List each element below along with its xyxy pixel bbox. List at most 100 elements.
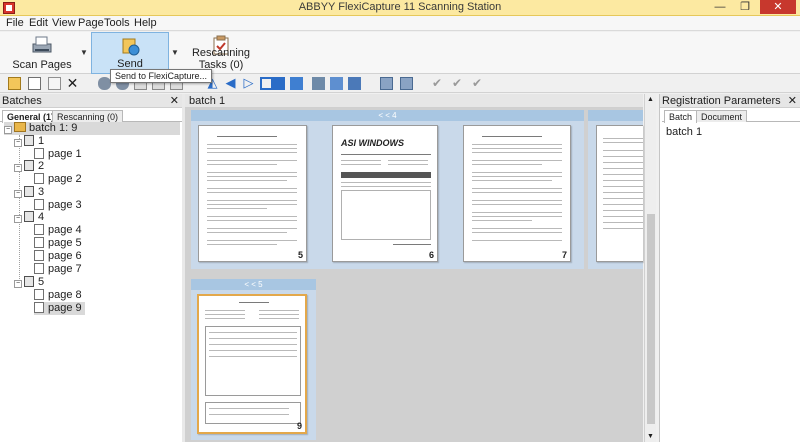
batch-folder-icon [14,122,26,132]
rescanning-tasks-label: Rescanning Tasks (0) [191,47,251,71]
page-thumb-6[interactable]: ASI WINDOWS 6 [332,125,438,262]
tree-connector [19,135,20,283]
registration-panel-close-icon[interactable]: ✕ [788,94,797,108]
menu-edit[interactable]: Edit [29,17,48,29]
page-icon [34,302,44,313]
rotate-icon[interactable]: ◀ [224,76,237,90]
page-icon [34,237,44,248]
group-4-bar[interactable]: < < 4 [191,110,584,121]
new-batch-icon[interactable] [8,77,21,90]
verify-icon[interactable]: ✔ [472,77,485,90]
delete-icon[interactable]: ✕ [66,76,79,90]
scan-pages-button[interactable]: Scan Pages [4,32,80,74]
document-icon [24,276,34,287]
document-icon [24,186,34,197]
page-thumb-8-partial[interactable] [596,125,643,262]
restore-button[interactable]: ❐ [735,0,755,14]
check-all-icon[interactable]: ✔ [432,77,445,90]
image-icon-2[interactable] [290,77,303,90]
tree-group-3[interactable]: −3 [14,186,44,199]
tree-group-5[interactable]: −5 [14,276,44,289]
close-button[interactable]: ✕ [760,0,796,14]
tab-rescanning[interactable]: Rescanning (0) [52,110,124,122]
collapse-icon[interactable]: − [14,164,22,172]
tree-page-2[interactable]: page 2 [34,173,82,186]
tree-group-label: 1 [38,135,45,147]
collapse-icon[interactable]: − [4,126,12,134]
group-5-bar-partial [588,110,643,121]
scan-options-icon[interactable] [400,77,413,90]
send-icon [122,38,140,56]
tree-page-4[interactable]: page 4 [34,224,82,237]
scan-settings-icon[interactable] [380,77,393,90]
new-document-icon[interactable] [28,77,41,90]
registration-tabs: Batch Document [662,109,800,123]
menu-page[interactable]: Page [78,17,104,29]
minimize-button[interactable]: — [710,0,730,14]
menu-view[interactable]: View [52,17,76,29]
thumb-number: 6 [428,250,434,260]
rescanning-tasks-button[interactable]: Rescanning Tasks (0) [182,32,260,74]
scrollbar-thumb[interactable] [647,214,655,424]
menu-tools[interactable]: Tools [104,17,130,29]
batch-view-title: batch 1 [185,94,643,108]
check-icon[interactable]: ✔ [452,77,465,90]
batches-panel: Batches ✕ General (1) Rescanning (0) − ba… [0,94,183,442]
tree-group-label: 3 [38,186,45,198]
image-icon-1[interactable] [272,77,285,90]
tree-page-9-selected[interactable]: page 9 [34,302,85,315]
page-thumb-5[interactable]: 5 [198,125,307,262]
collapse-icon[interactable]: − [14,190,22,198]
invoice-logo: ASI WINDOWS [341,138,404,148]
tree-group-4[interactable]: −4 [14,211,44,224]
tree-page-5[interactable]: page 5 [34,237,82,250]
page-thumb-7[interactable]: 7 [463,125,571,262]
scan-dropdown-icon[interactable]: ▼ [80,48,88,57]
scroll-down-icon[interactable]: ▼ [647,433,654,440]
collapse-icon[interactable]: − [14,215,22,223]
tree-page-label: page 1 [48,148,82,160]
mirror-icon[interactable]: ▷ [242,76,255,90]
collapse-icon[interactable]: − [14,139,22,147]
thumb-number: 9 [296,421,302,431]
document-icon [24,135,34,146]
tree-group-2[interactable]: −2 [14,160,44,173]
send-button[interactable]: Send [91,32,169,74]
page-icon[interactable] [48,77,61,90]
page-icon [34,250,44,261]
tree-group-1[interactable]: −1 [14,135,44,148]
scan-pages-label: Scan Pages [12,59,72,71]
page-thumb-9-selected[interactable]: 9 [197,294,307,434]
ribbon: Scan Pages ▼ Send ▼ Rescanning Tasks (0) [0,32,800,74]
menu-bar: File Edit View Page Tools Help [0,16,800,31]
image-icon-5[interactable] [348,77,361,90]
batches-panel-close-icon[interactable]: ✕ [170,94,179,108]
group-5-bar[interactable]: < < 5 [191,279,316,290]
tree-batch-label: batch 1: 9 [29,122,78,134]
tree-page-label: page 7 [48,263,82,275]
page-icon [34,224,44,235]
scanner-icon [32,36,52,53]
menu-file[interactable]: File [6,17,24,29]
tree-batch[interactable]: − batch 1: 9 [4,122,180,135]
window-title: ABBYY FlexiCapture 11 Scanning Station [298,1,502,13]
tree-page-6[interactable]: page 6 [34,250,82,263]
tree-page-8[interactable]: page 8 [34,289,82,302]
image-icon-3[interactable] [312,77,325,90]
batches-tabs: General (1) Rescanning (0) [0,109,182,123]
image-icon-4[interactable] [330,77,343,90]
page-icon [34,173,44,184]
send-dropdown-icon[interactable]: ▼ [171,48,179,57]
page-icon [34,199,44,210]
collapse-icon[interactable]: − [14,280,22,288]
scroll-up-icon[interactable]: ▲ [647,96,654,103]
tree-page-label: page 5 [48,237,82,249]
tree-page-7[interactable]: page 7 [34,263,82,276]
registration-panel-header: Registration Parameters ✕ [660,94,800,108]
tree-group-label: 5 [38,276,45,288]
tab-document[interactable]: Document [696,110,748,122]
thumb-number: 5 [297,250,303,260]
tab-batch[interactable]: Batch [664,110,698,123]
menu-help[interactable]: Help [134,17,157,29]
batch-view-scrollbar[interactable]: ▲ ▼ [644,94,656,442]
